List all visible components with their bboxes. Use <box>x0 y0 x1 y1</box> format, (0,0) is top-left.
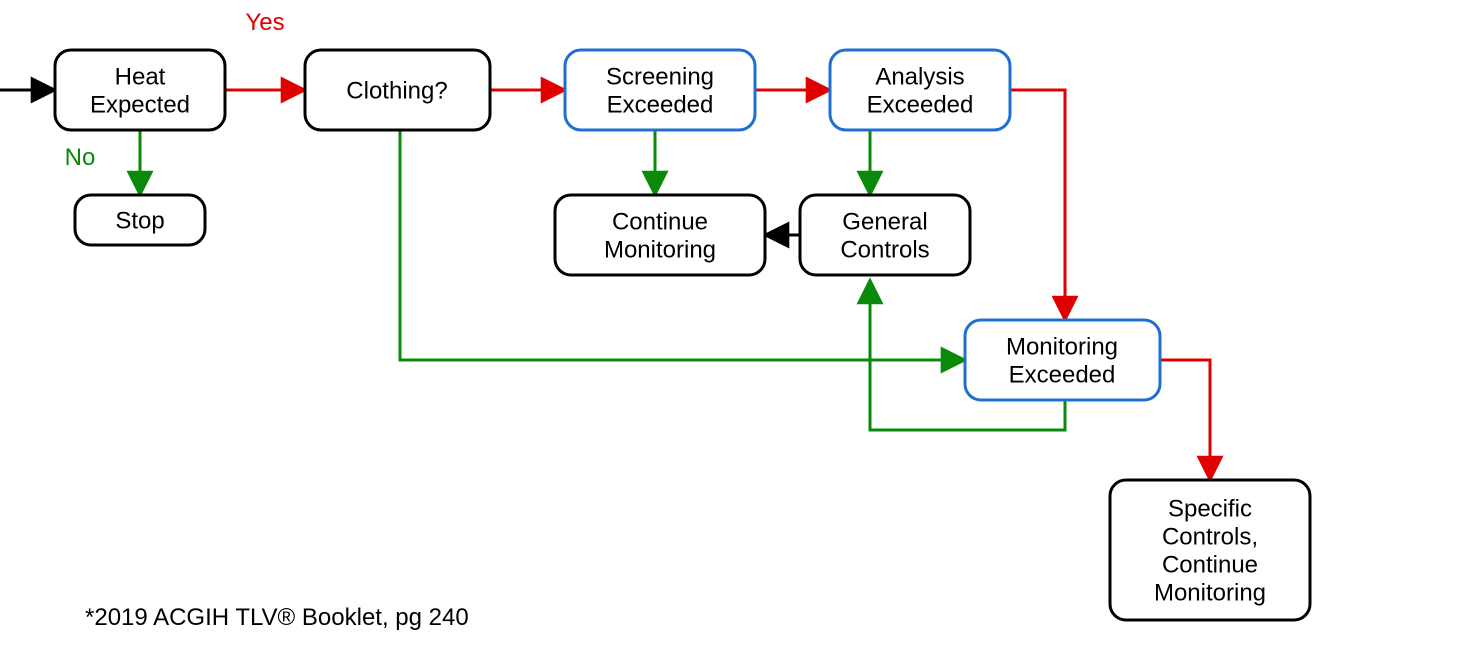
label-no: No <box>65 144 96 171</box>
node-text: Heat <box>115 63 166 90</box>
node-stop: Stop <box>75 195 205 245</box>
flowchart: Heat Expected Stop Clothing? Screening E… <box>0 0 1477 653</box>
node-text: Continue <box>612 208 708 235</box>
node-text: Exceeded <box>607 91 714 118</box>
node-text: Stop <box>115 207 164 234</box>
node-heat-expected: Heat Expected <box>55 50 225 130</box>
node-text: Clothing? <box>346 77 447 104</box>
node-text: Monitoring <box>1154 579 1266 606</box>
node-text: Screening <box>606 63 714 90</box>
node-monitoring-exceeded: Monitoring Exceeded <box>965 320 1160 400</box>
node-text: Controls <box>840 236 929 263</box>
node-text: Analysis <box>875 63 964 90</box>
edge-monitoring-specific <box>1160 360 1210 480</box>
node-text: Exceeded <box>1009 361 1116 388</box>
node-general-controls: General Controls <box>800 195 970 275</box>
node-text: Controls, <box>1162 523 1258 550</box>
node-text: Monitoring <box>604 236 716 263</box>
node-text: Expected <box>90 91 190 118</box>
node-specific-controls: Specific Controls, Continue Monitoring <box>1110 480 1310 620</box>
node-text: General <box>842 208 927 235</box>
node-continue-monitoring: Continue Monitoring <box>555 195 765 275</box>
label-yes: Yes <box>245 9 284 36</box>
node-text: Exceeded <box>867 91 974 118</box>
node-screening-exceeded: Screening Exceeded <box>565 50 755 130</box>
node-clothing: Clothing? <box>305 50 490 130</box>
node-text: Monitoring <box>1006 333 1118 360</box>
node-analysis-exceeded: Analysis Exceeded <box>830 50 1010 130</box>
edge-analysis-monitoring <box>1010 90 1065 320</box>
footnote: *2019 ACGIH TLV® Booklet, pg 240 <box>85 604 469 631</box>
node-text: Continue <box>1162 551 1258 578</box>
node-text: Specific <box>1168 495 1252 522</box>
